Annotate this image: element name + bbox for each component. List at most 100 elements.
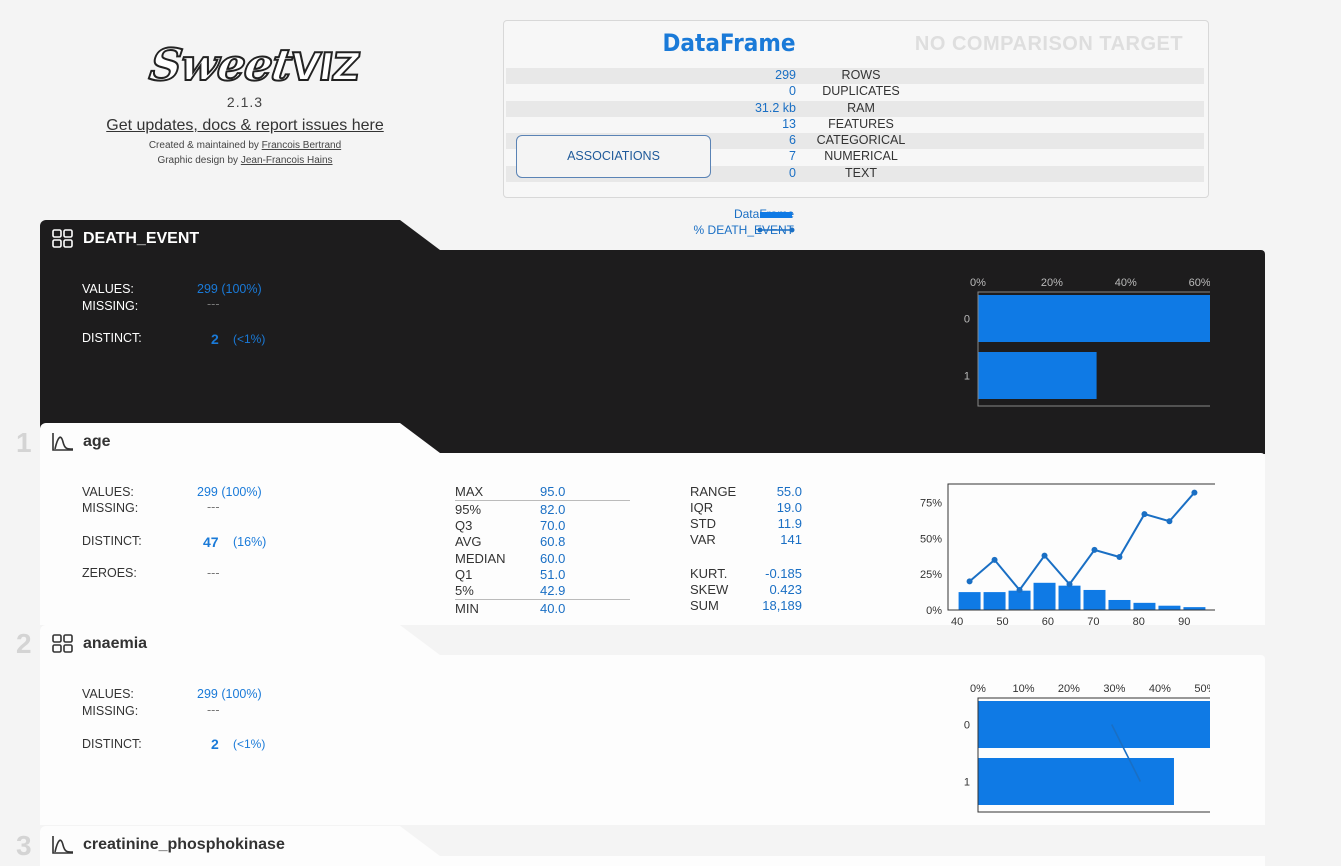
target-pct-point bbox=[991, 556, 998, 563]
y-tick-label: 25% bbox=[920, 569, 942, 581]
feature-index: 3 bbox=[16, 830, 32, 861]
sweetviz-logo: SweetVIZ bbox=[145, 39, 363, 92]
feature-card-death-event: DEATH_EVENT VALUES: 299 (100%) MISSING: … bbox=[40, 220, 1265, 454]
values-value: 299 (100%) bbox=[197, 485, 262, 499]
x-tick-label: 0% bbox=[970, 683, 986, 695]
values-label: VALUES: bbox=[82, 282, 134, 296]
sweetviz-logo-block: SweetVIZ 2.1.3 Get updates, docs & repor… bbox=[95, 38, 395, 168]
y-tick-label: 75% bbox=[920, 498, 942, 510]
dataframe-title: DataFrame bbox=[662, 29, 796, 57]
distinct-label: DISTINCT: bbox=[82, 331, 142, 345]
target-pct-point bbox=[1191, 489, 1198, 496]
x-tick-label: 50% bbox=[1194, 683, 1210, 695]
y-tick-label: 1 bbox=[964, 371, 970, 383]
feature-index: 2 bbox=[16, 628, 32, 659]
histogram-bar bbox=[1108, 599, 1131, 610]
numerical-icon bbox=[52, 433, 74, 451]
x-tick-label: 20% bbox=[1041, 277, 1063, 289]
histogram-bar bbox=[958, 592, 981, 610]
anaemia-bar-chart: 0% 10% 20% 30% 40% 50% 0 1 bbox=[964, 683, 1210, 813]
feature-name: DEATH_EVENT bbox=[83, 230, 200, 247]
missing-label: MISSING: bbox=[82, 501, 139, 515]
associations-button[interactable]: ASSOCIATIONS bbox=[516, 135, 711, 178]
target-pct-point bbox=[1091, 546, 1098, 553]
histogram-bar bbox=[1158, 605, 1181, 610]
feature-index: 1 bbox=[16, 427, 32, 458]
histogram-bar bbox=[1008, 590, 1031, 610]
missing-label: MISSING: bbox=[82, 704, 139, 718]
feature-name: creatinine_phosphokinase bbox=[83, 836, 285, 853]
target-pct-line bbox=[968, 491, 1196, 592]
x-tick-label: 40% bbox=[1149, 683, 1171, 695]
target-pct-point bbox=[1141, 511, 1148, 518]
x-tick-label: 60% bbox=[1189, 277, 1210, 289]
summary-row: 299 ROWS bbox=[506, 68, 1204, 84]
target-pct-point bbox=[966, 578, 973, 585]
feature-name: age bbox=[83, 433, 111, 450]
plot-frame bbox=[947, 483, 1215, 611]
distinct-value: 2 bbox=[211, 736, 219, 752]
bar bbox=[978, 701, 1210, 748]
updates-link[interactable]: Get updates, docs & report issues here bbox=[95, 117, 395, 135]
summary-row: 31.2 kb RAM bbox=[506, 101, 1204, 117]
histogram-bar bbox=[1033, 582, 1056, 610]
x-tick-label: 40% bbox=[1115, 277, 1137, 289]
missing-label: MISSING: bbox=[82, 299, 139, 313]
categorical-icon bbox=[52, 229, 73, 248]
distinct-value: 2 bbox=[211, 331, 219, 347]
feature-name: anaemia bbox=[83, 635, 148, 652]
histogram-bar bbox=[1083, 589, 1106, 610]
target-pct-point bbox=[1166, 518, 1173, 525]
missing-value: --- bbox=[207, 703, 220, 717]
x-tick-label: 0% bbox=[970, 277, 986, 289]
death-event-bar-chart: 0% 20% 40% 60% 0 1 bbox=[964, 277, 1210, 407]
dataframe-summary-panel: DataFrame NO COMPARISON TARGET 299 ROWS 0… bbox=[503, 20, 1209, 198]
distinct-label: DISTINCT: bbox=[82, 534, 142, 548]
bar bbox=[978, 352, 1097, 399]
legend-bar-swatch bbox=[760, 212, 792, 218]
target-pct-point bbox=[1041, 552, 1048, 559]
distinct-label: DISTINCT: bbox=[82, 737, 142, 751]
histogram-bar bbox=[983, 592, 1006, 610]
feature-card-age: age VALUES: 299 (100%) MISSING: --- DIST… bbox=[40, 423, 1265, 628]
values-label: VALUES: bbox=[82, 485, 134, 499]
distinct-pct: (<1%) bbox=[233, 332, 266, 346]
target-pct-point bbox=[1016, 586, 1023, 593]
zeroes-value: --- bbox=[207, 566, 220, 580]
version-label: 2.1.3 bbox=[226, 94, 264, 110]
values-value: 299 (100%) bbox=[197, 282, 262, 296]
bar bbox=[978, 295, 1210, 342]
summary-row: 13 FEATURES bbox=[782, 117, 894, 131]
summary-row: 0 DUPLICATES bbox=[789, 84, 900, 98]
target-pct-point bbox=[1116, 554, 1123, 561]
feature-card-anaemia: anaemia VALUES: 299 (100%) MISSING: --- … bbox=[40, 625, 1265, 825]
y-tick-label: 0% bbox=[926, 605, 942, 617]
y-tick-label: 0 bbox=[964, 314, 970, 326]
distinct-pct: (16%) bbox=[233, 535, 267, 549]
credit-created: Created & maintained by Francois Bertran… bbox=[148, 140, 342, 151]
x-tick-label: 30% bbox=[1103, 683, 1125, 695]
distinct-value: 47 bbox=[203, 534, 219, 550]
no-comparison-label: NO COMPARISON TARGET bbox=[914, 33, 1184, 55]
x-tick-label: 20% bbox=[1058, 683, 1080, 695]
zeroes-label: ZEROES: bbox=[82, 566, 137, 580]
values-value: 299 (100%) bbox=[197, 687, 262, 701]
author-link[interactable]: Francois Bertrand bbox=[262, 140, 341, 151]
distinct-pct: (<1%) bbox=[233, 737, 266, 751]
age-histogram-chart: 40 50 60 70 80 900%25%50%75% bbox=[920, 483, 1215, 628]
bar bbox=[978, 758, 1174, 805]
credit-design: Graphic design by Jean-Francois Hains bbox=[157, 155, 333, 166]
designer-link[interactable]: Jean-Francois Hains bbox=[241, 155, 333, 166]
y-tick-label: 1 bbox=[964, 777, 970, 789]
missing-value: --- bbox=[207, 500, 220, 514]
feature-card-creatinine-phosphokinase: creatinine_phosphokinase bbox=[40, 826, 1265, 866]
histogram-bar bbox=[1133, 602, 1156, 610]
x-tick-label: 10% bbox=[1012, 683, 1034, 695]
target-pct-point bbox=[1066, 581, 1073, 588]
numerical-icon bbox=[52, 836, 74, 854]
y-tick-label: 0 bbox=[964, 720, 970, 732]
histogram-bar bbox=[1058, 585, 1081, 610]
values-label: VALUES: bbox=[82, 687, 134, 701]
categorical-icon bbox=[52, 634, 73, 653]
missing-value: --- bbox=[207, 297, 220, 311]
